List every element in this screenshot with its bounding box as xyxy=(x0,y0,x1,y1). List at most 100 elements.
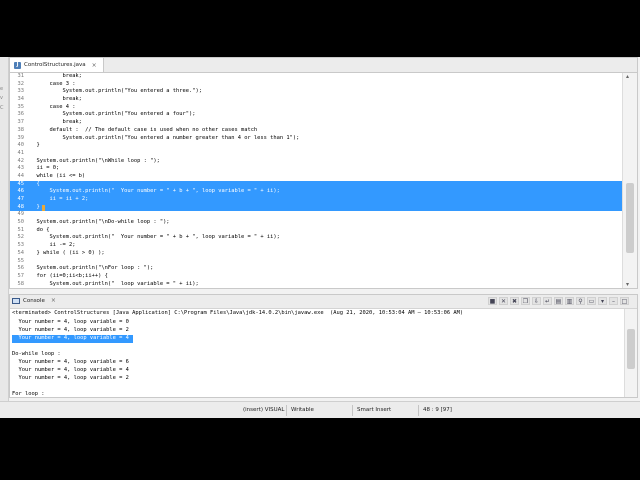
code-line[interactable]: 33 System.out.println("You entered a thr… xyxy=(10,88,622,96)
code-line[interactable]: 52 System.out.println(" Your number = " … xyxy=(10,234,622,242)
show-on-error-icon[interactable]: ▥ xyxy=(565,297,574,305)
line-number: 31 xyxy=(17,73,25,79)
console-output[interactable]: <terminated> ControlStructures [Java App… xyxy=(10,309,625,397)
code-text: break; xyxy=(30,73,82,79)
code-line[interactable]: 39 System.out.println("You entered a num… xyxy=(10,135,622,143)
stop-icon[interactable]: ■ xyxy=(488,297,497,305)
console-scrollbar[interactable] xyxy=(624,309,637,397)
code-line[interactable]: 32 case 3 : xyxy=(10,81,622,89)
code-line[interactable]: 55 xyxy=(10,258,622,266)
code-area[interactable]: 31 break; 32 case 3 :33 System.out.printl… xyxy=(10,73,622,288)
editor-scrollbar[interactable]: ▴ ▾ xyxy=(622,73,637,288)
line-number: 55 xyxy=(17,257,25,264)
line-number: 47 xyxy=(17,196,25,202)
code-text: for (ii=0;ii<b;ii++) { xyxy=(30,272,108,279)
code-line[interactable]: 50 System.out.println("\nDo-while loop :… xyxy=(10,219,622,227)
code-editor[interactable]: J ControlStructures.java × 31 break; 32 c… xyxy=(9,57,638,289)
code-text: System.out.println("You entered a number… xyxy=(30,134,300,141)
strip-mark: v xyxy=(0,95,3,101)
code-line[interactable]: 45 { xyxy=(10,180,622,189)
line-number: 44 xyxy=(17,172,25,179)
code-line[interactable]: 51 do { xyxy=(10,227,622,235)
code-text: System.out.println("\nFor loop : "); xyxy=(30,265,154,272)
occurrence-marker xyxy=(42,204,45,211)
remove-all-icon[interactable]: ✖ xyxy=(510,297,519,305)
code-line[interactable]: 44 while (ii <= b) xyxy=(10,173,622,181)
code-line[interactable]: 37 break; xyxy=(10,119,622,127)
code-line[interactable]: 48 } xyxy=(10,203,622,212)
code-text: System.out.println("\nWhile loop : "); xyxy=(30,157,160,164)
code-text: ii = 0; xyxy=(30,165,60,172)
code-line[interactable]: 46 System.out.println(" Your number = " … xyxy=(10,188,622,196)
cursor-position-status: 48 : 9 [97] xyxy=(423,407,452,413)
open-console-icon[interactable]: ▾ xyxy=(598,297,607,305)
pin-icon[interactable]: ⚲ xyxy=(576,297,585,305)
code-text: default : // The default case is used wh… xyxy=(30,126,258,133)
remove-launch-icon[interactable]: ✕ xyxy=(499,297,508,305)
code-line[interactable]: 58 System.out.println(" loop variable = … xyxy=(10,281,622,288)
code-line[interactable]: 41 xyxy=(10,150,622,158)
line-number: 48 xyxy=(17,203,25,210)
line-number: 40 xyxy=(17,142,25,149)
minimize-icon[interactable]: – xyxy=(609,297,618,305)
console-line: Your number = 4, loop variable = 4 xyxy=(12,335,133,343)
code-text: case 4 : xyxy=(30,103,76,110)
console-line: Your number = 4, loop variable = 6 xyxy=(12,359,129,365)
status-bar: (insert) VISUAL Writable Smart Insert 48… xyxy=(0,401,640,418)
editor-scroll-thumb[interactable] xyxy=(626,183,634,253)
code-line[interactable]: 31 break; xyxy=(10,73,622,81)
eclipse-window: e v C J ControlStructures.java × 31 brea… xyxy=(0,57,640,418)
line-number: 57 xyxy=(17,272,25,279)
code-text: while (ii <= b) xyxy=(30,172,86,179)
code-text: { xyxy=(30,180,40,187)
console-scroll-thumb[interactable] xyxy=(627,329,635,369)
scroll-down-icon[interactable]: ▾ xyxy=(626,281,629,288)
close-icon[interactable]: × xyxy=(92,62,97,69)
editor-tab[interactable]: J ControlStructures.java × xyxy=(10,58,104,72)
code-text: do { xyxy=(30,226,50,233)
line-number: 46 xyxy=(17,188,25,195)
code-line[interactable]: 53 ii -= 2; xyxy=(10,242,622,250)
code-text: ii -= 2; xyxy=(30,242,76,249)
code-line[interactable]: 47 ii = ii + 2; xyxy=(10,196,622,204)
console-line: Your number = 4, loop variable = 2 xyxy=(12,375,129,381)
code-line[interactable]: 57 for (ii=0;ii<b;ii++) { xyxy=(10,273,622,281)
code-line[interactable]: 38 default : // The default case is used… xyxy=(10,127,622,135)
insert-type-status: Smart Insert xyxy=(357,407,392,413)
java-file-icon: J xyxy=(14,61,21,69)
maximize-icon[interactable]: □ xyxy=(620,297,629,305)
code-line[interactable]: 34 break; xyxy=(10,96,622,104)
writable-status: Writable xyxy=(291,407,314,413)
code-line[interactable]: 40 } xyxy=(10,142,622,150)
code-line[interactable]: 43 ii = 0; xyxy=(10,165,622,173)
code-line[interactable]: 42 System.out.println("\nWhile loop : ")… xyxy=(10,158,622,166)
console-line: Your number = 4, loop variable = 2 xyxy=(12,327,129,333)
code-text: } xyxy=(30,142,40,149)
line-number: 52 xyxy=(17,234,25,241)
line-number: 58 xyxy=(17,280,25,287)
bottom-letterbox xyxy=(0,418,640,480)
line-number: 49 xyxy=(17,211,25,218)
word-wrap-icon[interactable]: ↵ xyxy=(543,297,552,305)
display-console-icon[interactable]: ▭ xyxy=(587,297,596,305)
code-line[interactable]: 56 System.out.println("\nFor loop : "); xyxy=(10,265,622,273)
code-text: break; xyxy=(30,119,82,126)
code-line[interactable]: 36 System.out.println("You entered a fou… xyxy=(10,111,622,119)
console-line: For loop : xyxy=(12,391,45,397)
code-line[interactable]: 49 xyxy=(10,211,622,219)
code-line[interactable]: 54 } while ( (ii > 0) ); xyxy=(10,250,622,258)
line-number: 37 xyxy=(17,119,25,126)
line-number: 32 xyxy=(17,80,25,87)
scroll-lock-icon[interactable]: ⇩ xyxy=(532,297,541,305)
copy-icon[interactable]: ❐ xyxy=(521,297,530,305)
code-line[interactable]: 35 case 4 : xyxy=(10,104,622,112)
status-divider xyxy=(286,405,287,416)
line-number: 42 xyxy=(17,157,25,164)
scroll-up-icon[interactable]: ▴ xyxy=(626,73,629,80)
show-on-output-icon[interactable]: ▤ xyxy=(554,297,563,305)
console-header: Console × ■ ✕ ✖ ❐ ⇩ ↵ ▤ ▥ ⚲ ▭ ▾ – □ xyxy=(10,295,637,309)
close-icon[interactable]: × xyxy=(51,297,56,304)
top-letterbox xyxy=(0,0,640,57)
console-tab[interactable]: Console × xyxy=(12,297,56,304)
status-divider xyxy=(352,405,353,416)
